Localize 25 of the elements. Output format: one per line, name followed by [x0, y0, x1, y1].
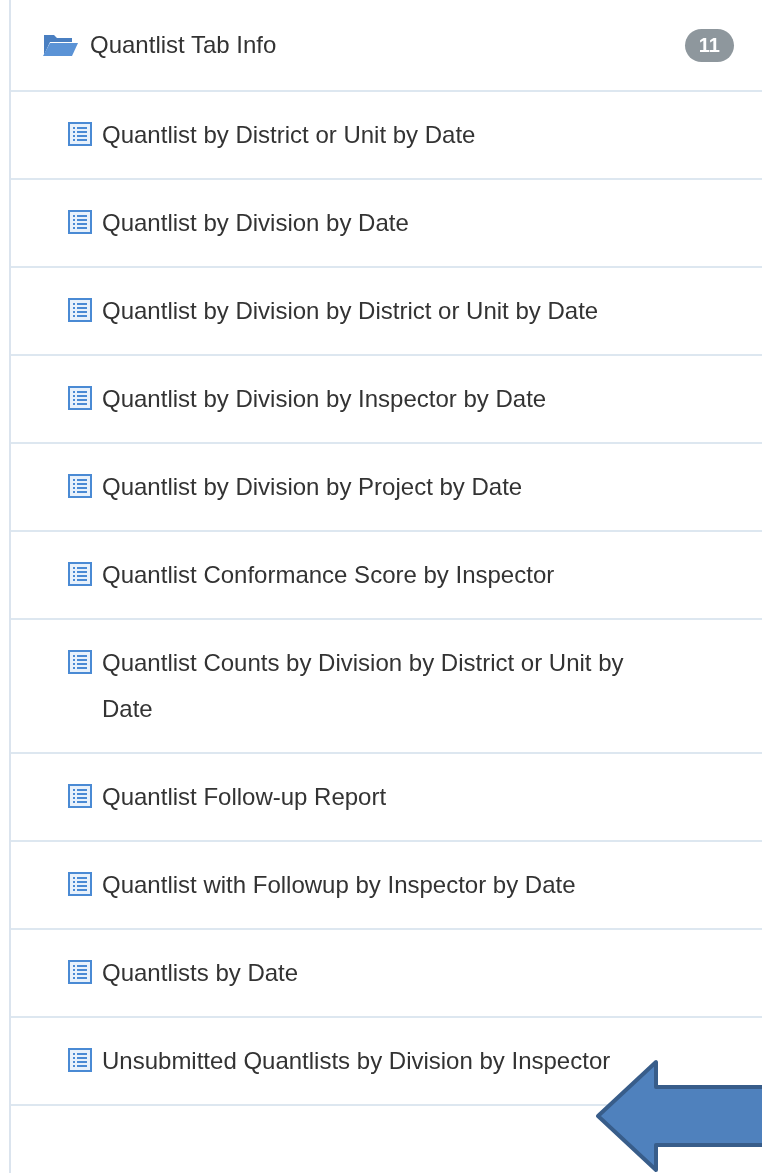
- list-icon: [68, 872, 92, 896]
- report-item[interactable]: Quantlist Follow-up Report: [11, 754, 762, 842]
- list-icon: [68, 1048, 92, 1072]
- report-item[interactable]: Quantlist by District or Unit by Date: [11, 92, 762, 180]
- report-item[interactable]: Quantlists by Date: [11, 930, 762, 1018]
- list-icon: [68, 650, 92, 674]
- list-icon: [68, 386, 92, 410]
- list-icon: [68, 122, 92, 146]
- count-badge: 11: [684, 28, 734, 62]
- report-item[interactable]: Quantlist Conformance Score by Inspector: [11, 532, 762, 620]
- report-item[interactable]: Quantlist by Division by District or Unit by Date: [11, 268, 762, 356]
- open-folder-icon: [42, 33, 78, 57]
- report-item[interactable]: Quantlist by Division by Inspector by Date: [11, 356, 762, 444]
- list-icon: [68, 474, 92, 498]
- list-icon: [68, 210, 92, 234]
- group-label: Quantlist Tab Info: [90, 31, 278, 59]
- list-icon: [68, 298, 92, 322]
- report-item[interactable]: Quantlist by Division by Project by Date: [11, 444, 762, 532]
- folder-row[interactable]: Quantlist Tab Info 11: [11, 0, 762, 92]
- list-icon: [68, 960, 92, 984]
- report-item[interactable]: Quantlist Counts by Division by District or Unit by Date: [11, 620, 762, 754]
- list-icon: [68, 562, 92, 586]
- report-item[interactable]: Quantlist by Division by Date: [11, 180, 762, 268]
- report-item[interactable]: Quantlist with Followup by Inspector by Date: [11, 842, 762, 930]
- list-icon: [68, 784, 92, 808]
